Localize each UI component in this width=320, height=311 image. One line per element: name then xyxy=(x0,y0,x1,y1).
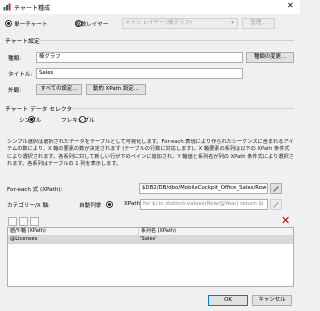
chart-app-icon xyxy=(3,3,11,11)
appearance-label: 外観: xyxy=(8,88,22,94)
table-row[interactable]: @Licenses 'Sales' xyxy=(8,236,293,244)
type-label: 種類: xyxy=(8,56,22,62)
multi-layer-label: 複数レイヤー xyxy=(75,22,109,28)
single-chart-radio[interactable] xyxy=(5,20,12,27)
edit-xpath-button[interactable] xyxy=(270,183,282,194)
close-icon[interactable]: ✕ xyxy=(287,2,294,10)
all-settings-button[interactable]: すべての設定... xyxy=(36,84,82,95)
edit-xpath-button[interactable] xyxy=(270,199,282,210)
foreach-input[interactable]: $DB2/DB/dbo/MobileCockpit_Office_Sales/R… xyxy=(139,183,268,194)
window-title: チャート種成 xyxy=(14,5,50,12)
column-header: 系列名 (XPath) xyxy=(138,228,176,235)
chart-title-input[interactable]: Sales xyxy=(36,68,243,79)
insert-row-button[interactable] xyxy=(19,217,28,226)
layer-select[interactable]: メイン レイヤー (棒グラフ) ▾ xyxy=(122,18,238,29)
series-name-cell[interactable]: 'Sales' xyxy=(140,236,157,243)
title-label: タイトル: xyxy=(8,72,33,78)
series-grid: 値/Y-軸 (XPath) 系列名 (XPath) @Licenses 'Sal… xyxy=(7,227,294,287)
divider xyxy=(40,40,294,41)
divider xyxy=(72,108,294,109)
data-selector-heading: チャート データ セレクター xyxy=(5,107,78,113)
ok-button[interactable]: OK xyxy=(208,295,248,306)
dynamic-xpath-button[interactable]: 動的 XPath 設定... xyxy=(86,84,146,95)
value-cell[interactable]: @Licenses xyxy=(10,236,37,243)
pencil-icon xyxy=(273,186,279,192)
category-xpath-input[interactable]: for $i in distinct-values(Row/@Year) ret… xyxy=(140,199,268,210)
layer-select-value: メイン レイヤー (棒グラフ) xyxy=(125,20,192,26)
chart-type-field: 棒グラフ xyxy=(36,52,243,63)
simple-label: シンプル xyxy=(19,118,42,124)
chart-settings-heading: チャート設定 xyxy=(5,39,40,45)
chevron-down-icon: ▾ xyxy=(231,20,234,26)
move-row-button[interactable] xyxy=(30,217,39,226)
cancel-button[interactable]: キャンセル xyxy=(252,295,292,306)
flexible-label: フレキシブル xyxy=(61,118,95,124)
xpath-label: XPath xyxy=(124,201,141,207)
category-label: カテゴリー/X 軸: xyxy=(7,203,50,209)
append-row-button[interactable] xyxy=(8,217,17,226)
foreach-label: For-each 式 (XPath): xyxy=(7,187,63,193)
single-chart-label: 単一チャート xyxy=(14,22,48,28)
selector-description: シンプル選択は選択されたデータをテーブルとして可視化します。For-each 表… xyxy=(7,139,294,168)
change-type-button[interactable]: 種類の変更... xyxy=(246,52,294,63)
pencil-icon xyxy=(273,202,279,208)
delete-icon[interactable]: ✕ xyxy=(281,215,290,226)
column-header: 値/Y-軸 (XPath) xyxy=(10,228,46,234)
grid-header: 値/Y-軸 (XPath) 系列名 (XPath) xyxy=(8,228,293,236)
auto-sequence-label: 自動列挙 xyxy=(79,203,102,209)
auto-sequence-radio[interactable] xyxy=(105,201,113,208)
manage-button[interactable]: 管理... xyxy=(242,18,275,29)
